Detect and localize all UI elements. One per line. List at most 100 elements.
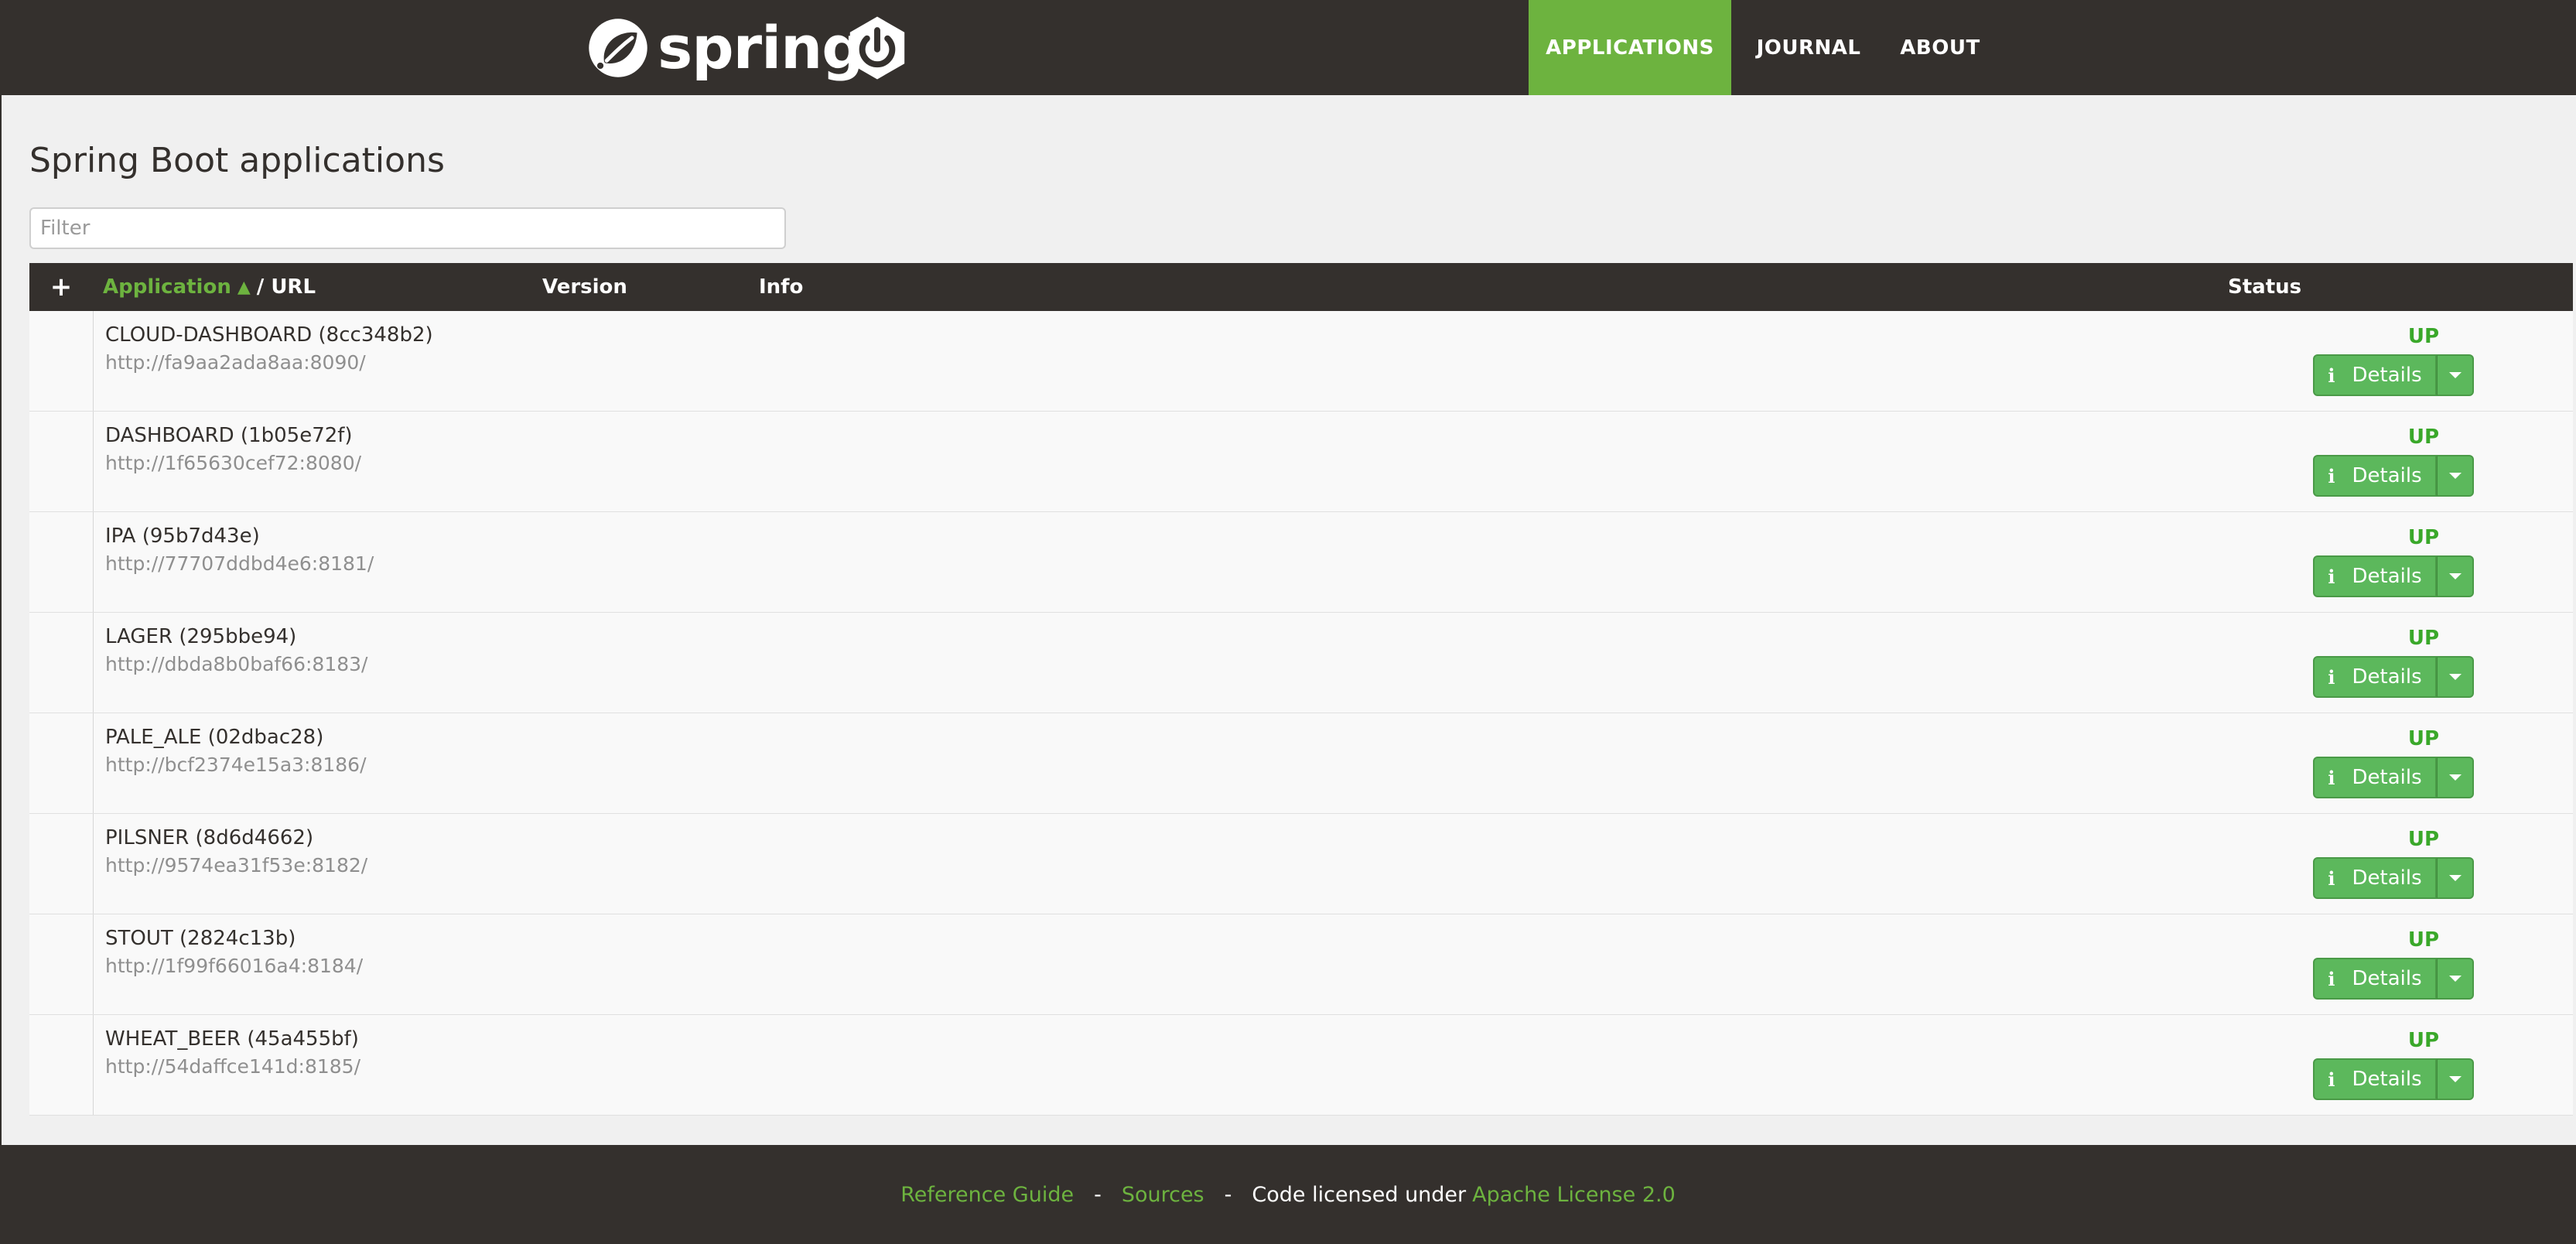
row-expand-cell[interactable] [29, 914, 94, 1014]
details-button-group: i Details [2313, 757, 2474, 798]
sort-ascending-icon[interactable]: ▲ [237, 278, 251, 297]
row-expand-cell[interactable] [29, 814, 94, 914]
caret-down-icon [2448, 774, 2462, 781]
details-button[interactable]: i Details [2313, 555, 2437, 597]
row-expand-cell[interactable] [29, 713, 94, 813]
table-row: LAGER (295bbe94) http://dbda8b0baf66:818… [29, 613, 2573, 713]
apache-license-link[interactable]: Apache License 2.0 [1472, 1183, 1676, 1207]
sources-link[interactable]: Sources [1122, 1183, 1204, 1207]
left-edge [0, 0, 2, 1244]
details-label: Details [2352, 565, 2422, 588]
header-info: Info [759, 275, 804, 299]
caret-down-icon [2448, 875, 2462, 881]
details-button[interactable]: i Details [2313, 455, 2437, 497]
app-url-link[interactable]: http://9574ea31f53e:8182/ [105, 854, 367, 877]
details-dropdown-toggle[interactable] [2437, 656, 2474, 698]
reference-guide-link[interactable]: Reference Guide [900, 1183, 1074, 1207]
info-icon: i [2328, 665, 2335, 689]
details-dropdown-toggle[interactable] [2437, 958, 2474, 1000]
table-row: WHEAT_BEER (45a455bf) http://54daffce141… [29, 1015, 2573, 1116]
table-row: IPA (95b7d43e) http://77707ddbd4e6:8181/… [29, 512, 2573, 613]
info-icon: i [2328, 364, 2335, 387]
info-icon: i [2328, 464, 2335, 487]
footer: Reference Guide - Sources - Code license… [0, 1145, 2576, 1244]
caret-down-icon [2448, 473, 2462, 479]
details-button[interactable]: i Details [2313, 857, 2437, 899]
table-row: PALE_ALE (02dbac28) http://bcf2374e15a3:… [29, 713, 2573, 814]
info-icon: i [2328, 766, 2335, 789]
app-name: LAGER (295bbe94) [105, 625, 297, 648]
details-label: Details [2352, 1068, 2422, 1091]
app-url-link[interactable]: http://bcf2374e15a3:8186/ [105, 754, 367, 776]
app-name: CLOUD-DASHBOARD (8cc348b2) [105, 323, 433, 347]
details-label: Details [2352, 967, 2422, 990]
status-badge: UP [2407, 727, 2440, 750]
spring-leaf-logo-icon [589, 19, 647, 77]
app-url-link[interactable]: http://1f99f66016a4:8184/ [105, 955, 363, 977]
details-button[interactable]: i Details [2313, 757, 2437, 798]
spring-brand[interactable]: spring [586, 11, 864, 85]
row-expand-cell[interactable] [29, 1015, 94, 1115]
sort-application[interactable]: Application [103, 275, 231, 299]
row-expand-cell[interactable] [29, 512, 94, 612]
app-url-link[interactable]: http://77707ddbd4e6:8181/ [105, 552, 374, 575]
app-name: WHEAT_BEER (45a455bf) [105, 1027, 359, 1051]
footer-separator: - [1224, 1182, 1232, 1207]
details-button[interactable]: i Details [2313, 354, 2437, 396]
expand-all-plus-icon[interactable]: + [29, 263, 93, 311]
table-row: DASHBOARD (1b05e72f) http://1f65630cef72… [29, 412, 2573, 512]
app-name: PALE_ALE (02dbac28) [105, 726, 324, 749]
details-label: Details [2352, 464, 2422, 487]
details-button-group: i Details [2313, 857, 2474, 899]
app-url-link[interactable]: http://54daffce141d:8185/ [105, 1055, 360, 1078]
nav-journal[interactable]: JOURNAL [1731, 0, 1886, 95]
details-dropdown-toggle[interactable] [2437, 354, 2474, 396]
details-button[interactable]: i Details [2313, 958, 2437, 1000]
app-url-link[interactable]: http://1f65630cef72:8080/ [105, 452, 361, 474]
details-dropdown-toggle[interactable] [2437, 857, 2474, 899]
row-expand-cell[interactable] [29, 613, 94, 713]
status-badge: UP [2407, 325, 2440, 348]
details-button-group: i Details [2313, 555, 2474, 597]
status-badge: UP [2407, 928, 2440, 952]
app-url-link[interactable]: http://fa9aa2ada8aa:8090/ [105, 351, 366, 374]
row-expand-cell[interactable] [29, 412, 94, 511]
filter-input[interactable] [29, 207, 786, 249]
details-dropdown-toggle[interactable] [2437, 757, 2474, 798]
info-icon: i [2328, 565, 2335, 588]
table-body: CLOUD-DASHBOARD (8cc348b2) http://fa9aa2… [29, 311, 2573, 1116]
details-label: Details [2352, 866, 2422, 890]
info-icon: i [2328, 866, 2335, 890]
header-status: Status [2228, 275, 2302, 299]
details-label: Details [2352, 364, 2422, 387]
top-navbar: spring APPLICATIONS JOURNAL ABOUT [0, 0, 2576, 95]
nav-applications[interactable]: APPLICATIONS [1529, 0, 1731, 95]
row-expand-cell[interactable] [29, 311, 94, 411]
details-label: Details [2352, 766, 2422, 789]
spring-boot-power-icon [849, 16, 905, 80]
app-name: STOUT (2824c13b) [105, 927, 296, 950]
info-icon: i [2328, 1068, 2335, 1091]
app-name: IPA (95b7d43e) [105, 525, 260, 548]
details-dropdown-toggle[interactable] [2437, 1058, 2474, 1100]
status-badge: UP [2407, 1029, 2440, 1052]
details-dropdown-toggle[interactable] [2437, 555, 2474, 597]
status-badge: UP [2407, 627, 2440, 650]
app-url-link[interactable]: http://dbda8b0baf66:8183/ [105, 653, 367, 675]
details-button-group: i Details [2313, 958, 2474, 1000]
table-row: STOUT (2824c13b) http://1f99f66016a4:818… [29, 914, 2573, 1015]
details-button[interactable]: i Details [2313, 656, 2437, 698]
page-title: Spring Boot applications [29, 141, 445, 180]
header-url: / URL [256, 275, 316, 299]
details-dropdown-toggle[interactable] [2437, 455, 2474, 497]
details-button-group: i Details [2313, 354, 2474, 396]
brand-text: spring [658, 13, 864, 82]
license-text: Code licensed under [1252, 1182, 1467, 1207]
app-name: DASHBOARD (1b05e72f) [105, 424, 353, 447]
caret-down-icon [2448, 573, 2462, 579]
details-button[interactable]: i Details [2313, 1058, 2437, 1100]
table-header: + Application ▲ / URL Version Info Statu… [29, 263, 2573, 311]
caret-down-icon [2448, 674, 2462, 680]
main-nav: APPLICATIONS JOURNAL ABOUT [1529, 0, 1994, 95]
nav-about[interactable]: ABOUT [1886, 0, 1994, 95]
